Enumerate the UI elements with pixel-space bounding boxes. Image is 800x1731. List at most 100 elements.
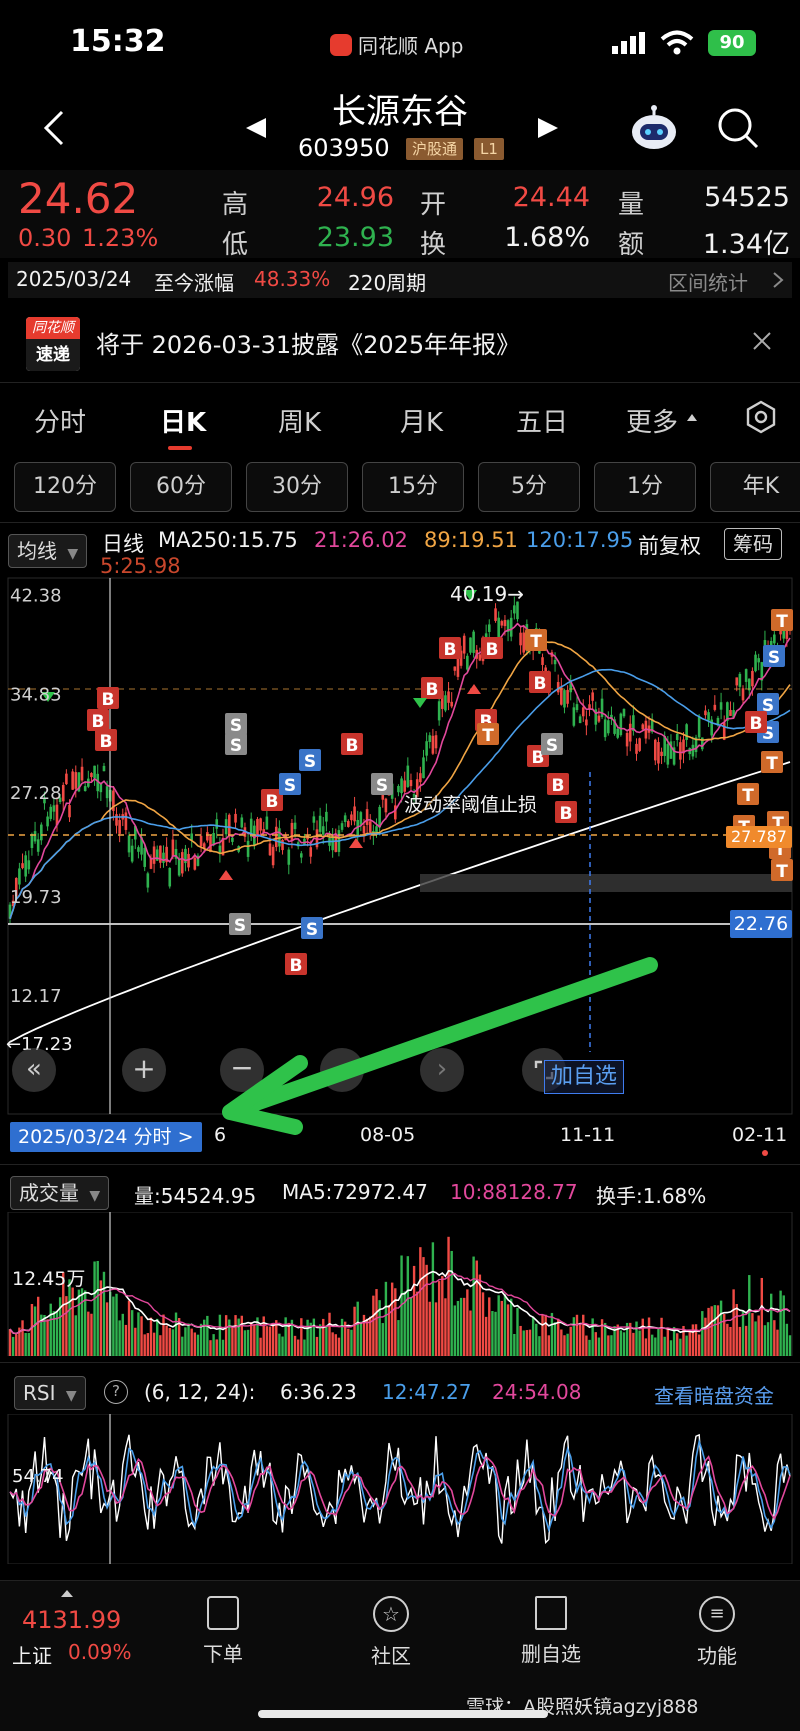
- candle-body: [340, 823, 344, 830]
- connect-tag: 沪股通: [406, 138, 464, 160]
- candle-body: [638, 738, 641, 751]
- status-app-indicator[interactable]: 同花顺 App: [330, 30, 463, 59]
- candle-body: [719, 702, 723, 710]
- volume-chart[interactable]: [0, 1212, 800, 1356]
- volume-bar: [638, 1330, 641, 1356]
- rsi-select[interactable]: RSI ▼: [14, 1376, 86, 1410]
- close-icon[interactable]: [752, 331, 772, 351]
- volume-bar: [701, 1311, 704, 1356]
- nav-remove-watch[interactable]: 删自选: [496, 1596, 606, 1667]
- tab-more[interactable]: 更多: [626, 402, 678, 439]
- tab-minute[interactable]: 分时: [34, 402, 86, 439]
- candle-body: [585, 719, 588, 726]
- subtab-yearly-k[interactable]: 年K: [710, 462, 800, 512]
- divider: [0, 522, 800, 523]
- volume-bar: [513, 1333, 516, 1356]
- period-start: 2025/03/24: [16, 267, 132, 291]
- y-axis-label: 27.28: [10, 783, 62, 804]
- subtab-15min[interactable]: 15分: [362, 462, 464, 512]
- volume-bar: [8, 1329, 12, 1356]
- tab-weekly-k[interactable]: 周K: [278, 402, 321, 439]
- volume-bar: [644, 1338, 648, 1356]
- x-label-1111: 11-11: [560, 1124, 616, 1146]
- candle-body: [331, 836, 334, 851]
- tab-monthly-k[interactable]: 月K: [400, 402, 443, 439]
- volume-bar: [215, 1339, 218, 1356]
- candle-body: [691, 744, 695, 757]
- index-value[interactable]: 4131.99: [22, 1606, 121, 1634]
- tab-five-day[interactable]: 五日: [516, 402, 568, 439]
- settings-hexagon-icon[interactable]: [744, 400, 778, 434]
- nav-functions[interactable]: ≡ 功能: [662, 1596, 772, 1669]
- help-icon[interactable]: ?: [104, 1380, 128, 1404]
- candle-body: [641, 724, 645, 730]
- candle-body: [61, 784, 65, 802]
- volume-bar: [165, 1325, 168, 1356]
- volume-bar: [525, 1330, 529, 1356]
- volume-bar: [21, 1320, 24, 1356]
- candle-body: [541, 657, 544, 665]
- nav-community[interactable]: ☆ 社区: [336, 1596, 446, 1669]
- notice-text: 将于 2026-03-31披露《2025年年报》: [96, 331, 521, 359]
- rsi-chart[interactable]: [0, 1414, 800, 1564]
- candle-body: [90, 773, 93, 778]
- candle-body: [679, 742, 682, 760]
- status-app-label: 同花顺 App: [358, 34, 464, 58]
- candle-body: [428, 735, 432, 743]
- scroll-left-fast-icon[interactable]: «: [12, 1048, 56, 1092]
- notice-banner[interactable]: 同花顺 速递 将于 2026-03-31披露《2025年年报》: [0, 305, 800, 375]
- candle-body: [635, 743, 638, 754]
- candle-body: [24, 855, 27, 877]
- cursor-date-label[interactable]: 2025/03/24 分时 >: [10, 1122, 202, 1152]
- nav-order[interactable]: 下单: [168, 1596, 278, 1667]
- candle-body: [18, 868, 21, 885]
- period-stat-bar[interactable]: 2025/03/24 至今涨幅 48.33% 220周期 区间统计: [8, 262, 792, 298]
- volume-bar: [519, 1325, 522, 1356]
- adjust-toggle[interactable]: 前复权: [638, 530, 701, 560]
- robot-assistant-icon[interactable]: [630, 104, 678, 152]
- indicator-select[interactable]: 均线 ▼: [8, 534, 88, 568]
- candle-body: [729, 709, 732, 716]
- candle-body: [65, 773, 68, 785]
- subtab-120min[interactable]: 120分: [14, 462, 116, 512]
- volume-select[interactable]: 成交量 ▼: [10, 1176, 110, 1210]
- zoom-in-icon[interactable]: +: [122, 1048, 166, 1092]
- down-arrow-icon: [413, 698, 427, 708]
- volume-bar: [719, 1300, 723, 1356]
- volume-bar: [96, 1260, 99, 1356]
- candle-body: [741, 688, 745, 701]
- buy-marker: B: [534, 674, 547, 694]
- volume-bar: [99, 1280, 103, 1356]
- candle-body: [560, 687, 563, 705]
- candle-body: [265, 816, 269, 830]
- interval-stat-link[interactable]: 区间统计: [668, 267, 748, 296]
- candle-body: [522, 632, 526, 653]
- home-indicator: [258, 1710, 548, 1718]
- volume-bar: [741, 1310, 745, 1356]
- next-stock-icon[interactable]: [536, 116, 560, 140]
- volume-bar: [102, 1271, 106, 1356]
- chips-button[interactable]: 筹码: [724, 528, 782, 560]
- candle-body: [193, 857, 197, 870]
- volume-bar: [556, 1318, 560, 1356]
- volume-bar: [491, 1311, 494, 1356]
- stop-loss-annotation: 波动率阈值止损: [404, 794, 538, 816]
- y-axis-label: 19.73: [10, 887, 62, 908]
- volume-bar: [726, 1323, 729, 1356]
- dark-pool-link[interactable]: 查看暗盘资金: [654, 1380, 774, 1409]
- subtab-1min[interactable]: 1分: [594, 462, 696, 512]
- subtab-30min[interactable]: 30分: [246, 462, 348, 512]
- candle-body: [500, 621, 504, 626]
- volume-bar: [685, 1335, 688, 1356]
- candle-body: [187, 853, 190, 868]
- volume-bar: [679, 1338, 682, 1356]
- subtab-5min[interactable]: 5分: [478, 462, 580, 512]
- volume-bar: [444, 1298, 447, 1356]
- current-price: 24.62: [18, 174, 139, 223]
- volume-bar: [331, 1332, 334, 1356]
- tab-daily-k[interactable]: 日K: [160, 402, 206, 439]
- search-icon[interactable]: [716, 106, 760, 150]
- subtab-60min[interactable]: 60分: [130, 462, 232, 512]
- volume-bar: [748, 1275, 751, 1356]
- volume-bar: [77, 1289, 81, 1356]
